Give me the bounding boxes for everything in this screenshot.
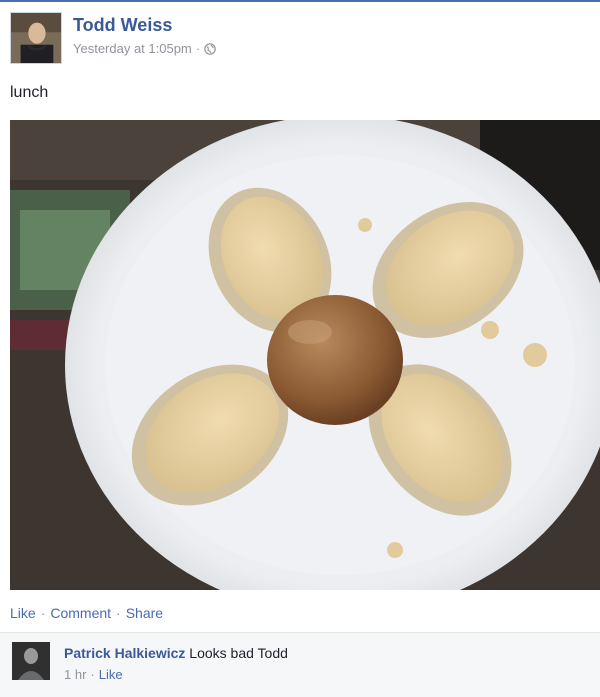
comment-body: Patrick Halkiewicz Looks bad Todd 1 hr · L… — [64, 645, 288, 682]
post-timestamp[interactable]: Yesterday at 1:05pm — [73, 41, 192, 56]
comment-meta: 1 hr · Like — [64, 667, 288, 682]
comment-like-button[interactable]: Like — [99, 667, 123, 682]
author-avatar-image — [11, 13, 61, 63]
post-photo[interactable] — [10, 120, 600, 590]
top-border — [0, 0, 600, 2]
separator-dot: · — [40, 605, 46, 621]
post-meta: Todd Weiss Yesterday at 1:05pm · — [73, 15, 216, 56]
post-time-row: Yesterday at 1:05pm · — [73, 41, 216, 56]
globe-icon[interactable] — [204, 42, 216, 55]
like-button[interactable]: Like — [10, 605, 36, 621]
author-avatar[interactable] — [10, 12, 62, 64]
share-button[interactable]: Share — [126, 605, 163, 621]
post-header: Todd Weiss Yesterday at 1:05pm · — [10, 12, 216, 66]
commenter-name[interactable]: Patrick Halkiewicz — [64, 645, 185, 661]
separator-dot: · — [195, 41, 201, 56]
post-actions: Like · Comment · Share — [10, 605, 163, 621]
post-text: lunch — [10, 84, 49, 101]
comment-section: Patrick Halkiewicz Looks bad Todd 1 hr · L… — [0, 632, 600, 697]
commenter-avatar-image — [12, 642, 50, 680]
comment-button[interactable]: Comment — [50, 605, 111, 621]
author-name[interactable]: Todd Weiss — [73, 15, 216, 35]
comment-time[interactable]: 1 hr — [64, 667, 86, 682]
separator-dot: · — [90, 667, 95, 682]
comment-line: Patrick Halkiewicz Looks bad Todd — [64, 645, 288, 661]
post-photo-image — [10, 120, 600, 590]
comment-text: Looks bad Todd — [189, 645, 288, 661]
commenter-avatar[interactable] — [12, 642, 50, 680]
separator-dot: · — [116, 605, 121, 621]
